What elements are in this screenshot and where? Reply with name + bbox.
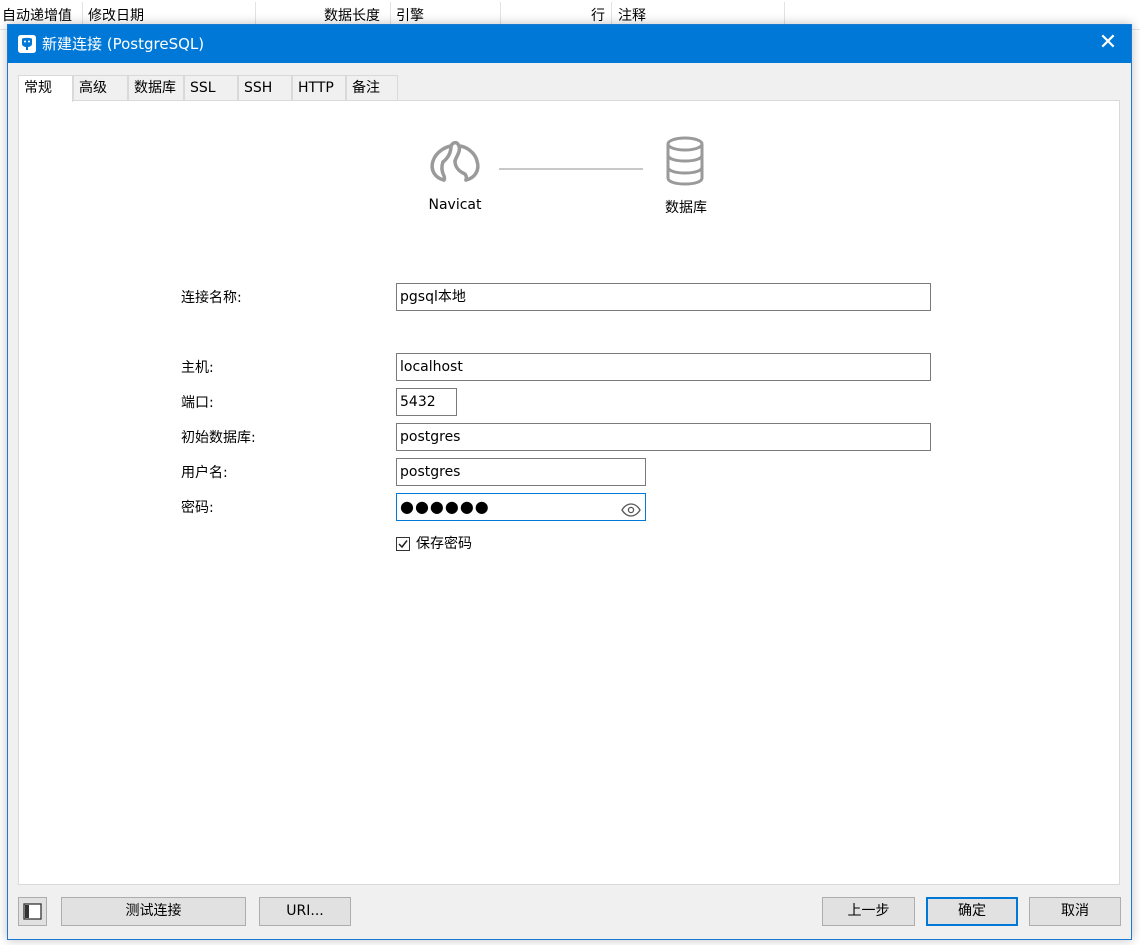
- show-password-eye-icon[interactable]: [621, 500, 641, 517]
- database-label: 数据库: [665, 200, 707, 216]
- panel-toggle-icon: [23, 903, 42, 920]
- column-divider[interactable]: [82, 2, 83, 26]
- tab-general[interactable]: 常规: [18, 75, 73, 102]
- password-label: 密码:: [181, 500, 214, 516]
- tab-databases[interactable]: 数据库: [128, 75, 184, 101]
- column-divider[interactable]: [784, 2, 785, 26]
- toggle-sidebar-button[interactable]: [18, 897, 47, 926]
- dialog-titlebar[interactable]: 新建连接 (PostgreSQL) ✕: [8, 25, 1131, 63]
- ok-button[interactable]: 确定: [926, 897, 1018, 926]
- tab-http[interactable]: HTTP: [292, 75, 346, 101]
- username-label: 用户名:: [181, 465, 228, 481]
- new-connection-dialog: 新建连接 (PostgreSQL) ✕ 常规 高级 数据库 SSL SSH HT…: [7, 24, 1132, 940]
- dialog-title: 新建连接 (PostgreSQL): [42, 35, 205, 53]
- host-field[interactable]: localhost: [396, 353, 931, 381]
- connection-line: [499, 168, 643, 170]
- initial-database-label: 初始数据库:: [181, 430, 256, 446]
- host-label: 主机:: [181, 360, 214, 376]
- navicat-logo-icon: [427, 134, 483, 190]
- column-divider[interactable]: [255, 2, 256, 26]
- previous-step-button[interactable]: 上一步: [822, 897, 915, 926]
- connection-name-field[interactable]: pgsql本地: [396, 283, 931, 311]
- general-tab-panel: Navicat 数据库 连接名称: pgsql本地 主机: localhost …: [18, 100, 1120, 885]
- username-field[interactable]: postgres: [396, 458, 646, 486]
- tab-notes[interactable]: 备注: [346, 75, 398, 101]
- tab-ssl[interactable]: SSL: [184, 75, 238, 101]
- test-connection-button[interactable]: 测试连接: [61, 897, 246, 926]
- uri-button[interactable]: URI...: [259, 897, 351, 926]
- tab-advanced[interactable]: 高级: [73, 75, 128, 101]
- navicat-label: Navicat: [428, 197, 482, 213]
- cancel-button[interactable]: 取消: [1029, 897, 1121, 926]
- close-icon[interactable]: ✕: [1093, 31, 1123, 57]
- port-field[interactable]: 5432: [396, 388, 457, 416]
- column-divider[interactable]: [390, 2, 391, 26]
- postgresql-app-icon: [18, 35, 36, 53]
- column-divider[interactable]: [611, 2, 612, 26]
- password-masked-text: ●●●●●●: [400, 497, 490, 516]
- initial-database-field[interactable]: postgres: [396, 423, 931, 451]
- column-divider[interactable]: [500, 2, 501, 26]
- save-password-label[interactable]: 保存密码: [416, 535, 472, 553]
- password-field[interactable]: ●●●●●●: [396, 493, 646, 521]
- database-icon: [663, 134, 707, 190]
- save-password-checkbox[interactable]: [396, 537, 410, 551]
- connection-name-label: 连接名称:: [181, 290, 242, 306]
- port-label: 端口:: [181, 395, 214, 411]
- tab-ssh[interactable]: SSH: [238, 75, 292, 101]
